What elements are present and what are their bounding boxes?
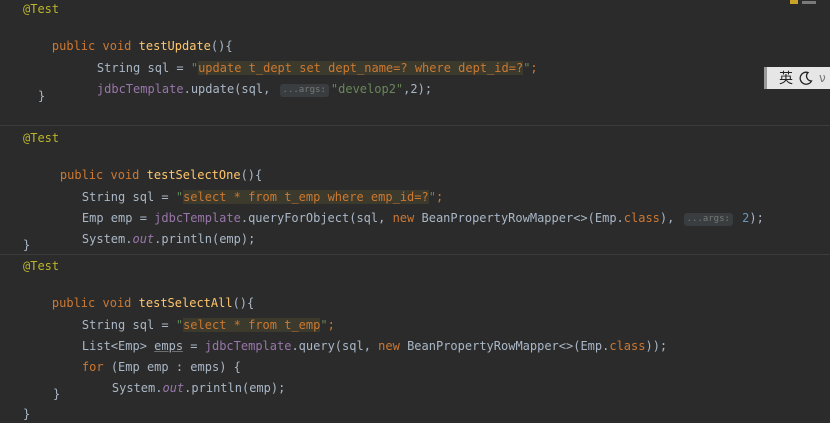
for-closing-brace: }	[53, 387, 61, 401]
parameter-hint: ...args:	[279, 84, 329, 97]
jdbc-template-ref[interactable]: jdbcTemplate	[97, 82, 184, 96]
moon-icon	[799, 71, 813, 85]
method-separator	[0, 254, 830, 255]
ime-language-label: 英	[779, 71, 793, 87]
closing-brace: }	[23, 238, 31, 252]
method-separator	[0, 125, 830, 126]
warning-icon	[790, 0, 798, 4]
input-method-indicator[interactable]: 英 ν	[764, 67, 830, 89]
annotation[interactable]: @Test	[23, 2, 59, 16]
annotation[interactable]: @Test	[23, 259, 59, 273]
indicator-text-icon	[802, 0, 816, 4]
ime-extra-glyph: ν	[819, 71, 826, 85]
closing-brace: }	[38, 89, 46, 103]
notification-indicator[interactable]	[790, 0, 830, 4]
closing-brace: }	[23, 407, 31, 421]
annotation[interactable]: @Test	[23, 131, 59, 145]
parameter-hint: ...args:	[683, 213, 733, 226]
